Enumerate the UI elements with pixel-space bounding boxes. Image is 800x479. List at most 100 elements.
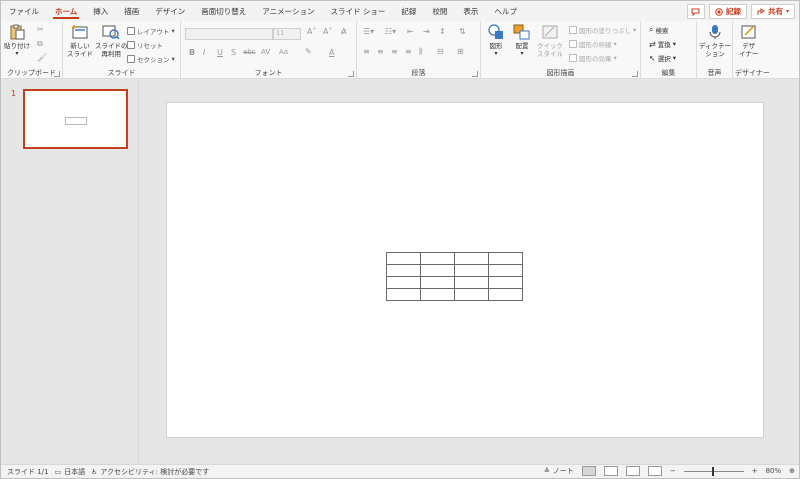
table-cell[interactable] (488, 276, 523, 289)
italic-button[interactable]: I (203, 48, 205, 57)
tab-home[interactable]: ホーム (47, 1, 85, 21)
table-cell[interactable] (420, 288, 455, 301)
group-editing: ⌕ 検索 ⇄ 置換 ▾ ↖ 選択 ▾ 編集 (641, 21, 697, 79)
decrease-indent-icon[interactable]: ⇤ (407, 27, 414, 36)
clipboard-launcher[interactable] (54, 71, 60, 77)
slide-thumbnail[interactable] (23, 89, 128, 149)
accessibility-checker[interactable]: ♿ アクセシビリティ: 検討が必要です (91, 467, 209, 477)
slide-number: 1 (11, 89, 17, 98)
fit-to-window-icon[interactable]: ⊕ (789, 467, 795, 475)
table-cell[interactable] (420, 276, 455, 289)
new-slide-button[interactable]: 新しい スライド (67, 24, 93, 58)
line-spacing-icon[interactable]: ↕ (439, 27, 446, 36)
tab-slideshow[interactable]: スライド ショー (322, 1, 393, 21)
grow-font-icon[interactable]: A˄ (307, 27, 316, 36)
table-cell[interactable] (488, 252, 523, 265)
notes-button[interactable]: ≙ ノート (544, 466, 574, 476)
dictate-button[interactable]: ディクテー ション (699, 24, 731, 58)
align-left-icon[interactable]: ≡ (363, 47, 370, 56)
strikethrough-button[interactable]: abc (243, 48, 256, 56)
font-launcher[interactable] (348, 71, 354, 77)
slideshow-view-button[interactable] (647, 466, 662, 476)
table-cell[interactable] (454, 288, 489, 301)
tab-review[interactable]: 校閲 (424, 1, 455, 21)
char-spacing-button[interactable]: AV (261, 48, 270, 56)
tab-draw[interactable]: 描画 (116, 1, 147, 21)
table-cell[interactable] (386, 288, 421, 301)
reading-view-button[interactable] (625, 466, 640, 476)
drawing-launcher[interactable] (632, 71, 638, 77)
zoom-in-icon[interactable]: + (752, 467, 758, 475)
tab-file[interactable]: ファイル (1, 1, 47, 21)
tab-design[interactable]: デザイン (147, 1, 193, 21)
bold-button[interactable]: B (189, 48, 195, 57)
comments-button[interactable] (686, 4, 705, 19)
format-painter-icon[interactable]: 🖌 (37, 53, 47, 62)
shape-effects-button[interactable]: 図形の効果 ▾ (569, 53, 617, 63)
reuse-slides-button[interactable]: スライドの 再利用 (95, 24, 128, 58)
text-direction-icon[interactable]: ⇅ (459, 27, 466, 36)
record-button[interactable]: 記録 (708, 4, 747, 19)
change-case-button[interactable]: Aa (279, 48, 288, 56)
tab-view[interactable]: 表示 (455, 1, 486, 21)
tab-insert[interactable]: 挿入 (85, 1, 116, 21)
zoom-slider[interactable] (683, 466, 744, 476)
smartart-icon[interactable]: ⊞ (457, 47, 464, 56)
slide-canvas[interactable] (166, 102, 764, 438)
cut-icon[interactable]: ✂ (37, 25, 44, 34)
shape-outline-button[interactable]: 図形の枠線 ▾ (569, 39, 617, 49)
tab-transitions[interactable]: 画面切り替え (193, 1, 254, 21)
font-name-combobox[interactable] (185, 28, 273, 40)
shapes-button[interactable]: 図形 ▾ (487, 24, 505, 58)
find-button[interactable]: ⌕ 検索 (649, 25, 668, 35)
columns-icon[interactable]: ⫼ (419, 47, 423, 57)
shape-fill-button[interactable]: 図形の塗りつぶし ▾ (569, 25, 636, 35)
table-cell[interactable] (454, 276, 489, 289)
zoom-slider-thumb[interactable] (711, 466, 714, 476)
slide-table[interactable] (386, 252, 523, 301)
section-button[interactable]: セクション ▾ (127, 54, 175, 64)
table-cell[interactable] (420, 252, 455, 265)
designer-button[interactable]: デザ イナー (739, 24, 758, 58)
paste-button[interactable]: 貼り付け ▾ (4, 24, 30, 58)
justify-icon[interactable]: ≡ (405, 47, 412, 56)
copy-icon[interactable]: ⧉ (37, 39, 43, 49)
slide-sorter-button[interactable] (603, 466, 618, 476)
language-indicator[interactable]: ▭ 日本語 (55, 467, 86, 477)
table-cell[interactable] (386, 276, 421, 289)
normal-view-button[interactable] (581, 466, 596, 476)
table-cell[interactable] (454, 264, 489, 277)
font-color-button[interactable]: A (329, 48, 334, 57)
tab-record[interactable]: 記録 (393, 1, 424, 21)
paragraph-launcher[interactable] (472, 71, 478, 77)
font-size-combobox[interactable]: 11 (273, 28, 301, 40)
layout-button[interactable]: レイアウト ▾ (127, 26, 175, 36)
bullets-icon[interactable]: ☰▾ (363, 27, 374, 36)
quick-styles-button[interactable]: クイック スタイル (537, 24, 563, 58)
align-text-icon[interactable]: ⊟ (437, 47, 444, 56)
align-center-icon[interactable]: ≡ (377, 47, 384, 56)
align-right-icon[interactable]: ≡ (391, 47, 398, 56)
shrink-font-icon[interactable]: A˅ (323, 27, 332, 36)
numbering-icon[interactable]: ☷▾ (385, 27, 396, 36)
table-cell[interactable] (386, 252, 421, 265)
table-cell[interactable] (488, 264, 523, 277)
tab-help[interactable]: ヘルプ (486, 1, 525, 21)
highlight-icon[interactable]: ✎ (305, 47, 312, 56)
zoom-out-icon[interactable]: − (670, 467, 676, 475)
clear-format-icon[interactable]: A̷ (341, 27, 346, 36)
increase-indent-icon[interactable]: ⇥ (423, 27, 430, 36)
table-cell[interactable] (420, 264, 455, 277)
tab-animations[interactable]: アニメーション (254, 1, 322, 21)
reset-button[interactable]: リセット (127, 40, 163, 50)
table-cell[interactable] (488, 288, 523, 301)
replace-button[interactable]: ⇄ 置換 ▾ (649, 39, 676, 50)
zoom-level[interactable]: 80% (766, 467, 782, 475)
share-button[interactable]: 共有 ▾ (750, 4, 795, 19)
table-cell[interactable] (454, 252, 489, 265)
select-button[interactable]: ↖ 選択 ▾ (649, 53, 676, 64)
shadow-button[interactable]: S (231, 48, 236, 57)
underline-button[interactable]: U (217, 48, 223, 57)
arrange-button[interactable]: 配置 ▾ (513, 24, 531, 58)
table-cell[interactable] (386, 264, 421, 277)
